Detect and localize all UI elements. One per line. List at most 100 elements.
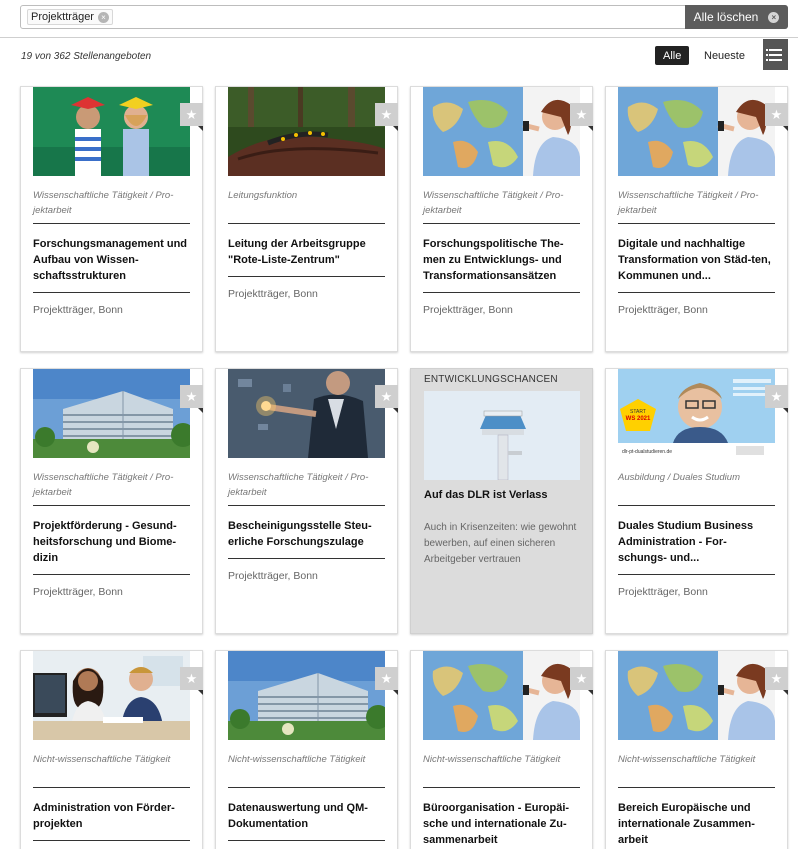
separator: [228, 223, 385, 224]
job-card[interactable]: ★ Leitungsfunktion Leitung der Arbeitsgr…: [215, 86, 398, 352]
bookmark-icon[interactable]: ★: [765, 385, 788, 413]
list-icon: [766, 48, 782, 51]
bookmark-icon[interactable]: ★: [570, 103, 593, 131]
job-category: Wissenschaftliche Tätigkeit / Pro-jektar…: [228, 472, 369, 498]
separator: [618, 505, 775, 506]
job-image-salamander: [228, 87, 385, 176]
bookmark-icon[interactable]: ★: [180, 667, 203, 695]
promo-title[interactable]: Auf das DLR ist Verlass: [424, 489, 582, 501]
clear-all-button[interactable]: Alle löschen ×: [685, 5, 788, 29]
job-card[interactable]: ★ Nicht-wissenschaftliche Tätigkeit Bere…: [605, 650, 788, 849]
clear-all-label: Alle löschen: [693, 10, 759, 24]
promo-card[interactable]: ENTWICKLUNGSCHANCEN Auf das DLR ist Verl…: [410, 368, 593, 634]
job-card[interactable]: ★ Wissenschaftliche Tätigkeit / Pro-jekt…: [605, 86, 788, 352]
job-title[interactable]: Digitale und nachhaltige Transformation …: [618, 236, 775, 284]
job-category: Wissenschaftliche Tätigkeit / Pro-jektar…: [33, 190, 174, 216]
job-location: Projektträger, Bonn: [33, 586, 123, 598]
job-card[interactable]: ★ Nicht-wissenschaftliche Tätigkeit Admi…: [20, 650, 203, 849]
list-view-toggle[interactable]: [763, 39, 788, 70]
separator: [618, 787, 775, 788]
bookmark-icon[interactable]: ★: [180, 385, 203, 413]
poster-url: dlr-pt-dualstudieren.de: [622, 449, 672, 455]
job-category: Wissenschaftliche Tätigkeit / Pro-jektar…: [618, 190, 759, 216]
job-title[interactable]: Forschungsmanagement und Aufbau von Wiss…: [33, 236, 190, 284]
job-category: Nicht-wissenschaftliche Tätigkeit: [423, 754, 561, 765]
separator: [33, 574, 190, 575]
job-title[interactable]: Datenauswertung und QM-Dokumentation: [228, 800, 385, 832]
bookmark-icon[interactable]: ★: [765, 667, 788, 695]
job-title[interactable]: Duales Studium Business Administration -…: [618, 518, 775, 566]
filter-bar: Projektträger × Alle löschen ×: [20, 5, 788, 29]
separator: [228, 787, 385, 788]
job-image-office-building: [33, 369, 190, 458]
bookmark-icon[interactable]: ★: [765, 103, 788, 131]
poster-badge-line1: START: [630, 409, 646, 415]
job-location: Projektträger, Bonn: [228, 570, 318, 582]
job-location: Projektträger, Bonn: [228, 288, 318, 300]
clear-icon: ×: [768, 11, 780, 23]
job-category: Nicht-wissenschaftliche Tätigkeit: [228, 754, 366, 765]
separator: [33, 223, 190, 224]
job-image-world-map: [423, 87, 580, 176]
job-location: Projektträger, Bonn: [618, 304, 708, 316]
bookmark-icon[interactable]: ★: [375, 103, 398, 131]
job-image-study-poster: START WS 2021 dlr-pt-dualstudieren.de: [618, 369, 775, 458]
job-location: Projektträger, Bonn: [33, 304, 123, 316]
remove-filter-icon[interactable]: ×: [97, 11, 109, 23]
filter-chip-projekttraeger[interactable]: Projektträger ×: [27, 9, 113, 25]
job-card[interactable]: ★ Wissenschaftliche Tätigkeit / Pro-jekt…: [20, 368, 203, 634]
promo-image-control-tower: [424, 391, 580, 480]
job-title[interactable]: Bescheinigungsstelle Steu-erliche Forsch…: [228, 518, 385, 550]
bookmark-icon[interactable]: ★: [375, 385, 398, 413]
separator: [33, 292, 190, 293]
result-count: 19 von 362 Stellenangeboten: [21, 51, 152, 62]
job-category: Ausbildung / Duales Studium: [618, 472, 740, 483]
job-image-world-map: [618, 651, 775, 740]
job-title[interactable]: Forschungspolitische The-men zu Entwickl…: [423, 236, 580, 284]
separator: [423, 787, 580, 788]
separator: [228, 276, 385, 277]
separator: [423, 292, 580, 293]
job-title[interactable]: Leitung der Arbeitsgruppe "Rote-Liste-Ze…: [228, 236, 385, 268]
separator: [33, 787, 190, 788]
job-category: Wissenschaftliche Tätigkeit / Pro-jektar…: [423, 190, 564, 216]
job-image-children: [33, 87, 190, 176]
separator: [618, 574, 775, 575]
filter-chip-label: Projektträger: [31, 11, 94, 23]
job-category: Leitungsfunktion: [228, 190, 298, 201]
separator: [228, 840, 385, 841]
list-icon-line: [766, 53, 782, 56]
separator: [33, 840, 190, 841]
separator: [618, 223, 775, 224]
promo-text: Auch in Krisenzeiten: wie gewohnt bewerb…: [424, 522, 577, 565]
job-title[interactable]: Bereich Europäische und internationale Z…: [618, 800, 775, 848]
job-title[interactable]: Administration von Förder-projekten: [33, 800, 190, 832]
bookmark-icon[interactable]: ★: [180, 103, 203, 131]
list-icon-line: [766, 58, 782, 61]
job-card[interactable]: ★ Nicht-wissenschaftliche Tätigkeit Büro…: [410, 650, 593, 849]
separator: [33, 505, 190, 506]
job-image-office-building: [228, 651, 385, 740]
job-card[interactable]: ★ Wissenschaftliche Tätigkeit / Pro-jekt…: [20, 86, 203, 352]
job-category: Wissenschaftliche Tätigkeit / Pro-jektar…: [33, 472, 174, 498]
sort-newest-button[interactable]: Neueste: [704, 50, 745, 62]
bookmark-icon[interactable]: ★: [375, 667, 398, 695]
job-image-world-map: [618, 87, 775, 176]
job-title[interactable]: Projektförderung - Gesund-heitsforschung…: [33, 518, 190, 566]
job-card[interactable]: ★ Wissenschaftliche Tätigkeit / Pro-jekt…: [215, 368, 398, 634]
job-category: Nicht-wissenschaftliche Tätigkeit: [618, 754, 756, 765]
job-card[interactable]: START WS 2021 dlr-pt-dualstudieren.de ★ …: [605, 368, 788, 634]
separator: [423, 223, 580, 224]
job-category: Nicht-wissenschaftliche Tätigkeit: [33, 754, 171, 765]
job-card[interactable]: ★ Nicht-wissenschaftliche Tätigkeit Date…: [215, 650, 398, 849]
separator: [618, 292, 775, 293]
job-title[interactable]: Büroorganisation - Europäi-sche und inte…: [423, 800, 580, 848]
separator: [228, 558, 385, 559]
job-location: Projektträger, Bonn: [423, 304, 513, 316]
job-image-touchscreen: [228, 369, 385, 458]
job-card[interactable]: ★ Wissenschaftliche Tätigkeit / Pro-jekt…: [410, 86, 593, 352]
separator: [228, 505, 385, 506]
sort-all-button[interactable]: Alle: [655, 46, 690, 65]
promo-heading: ENTWICKLUNGSCHANCEN: [424, 374, 558, 385]
bookmark-icon[interactable]: ★: [570, 667, 593, 695]
